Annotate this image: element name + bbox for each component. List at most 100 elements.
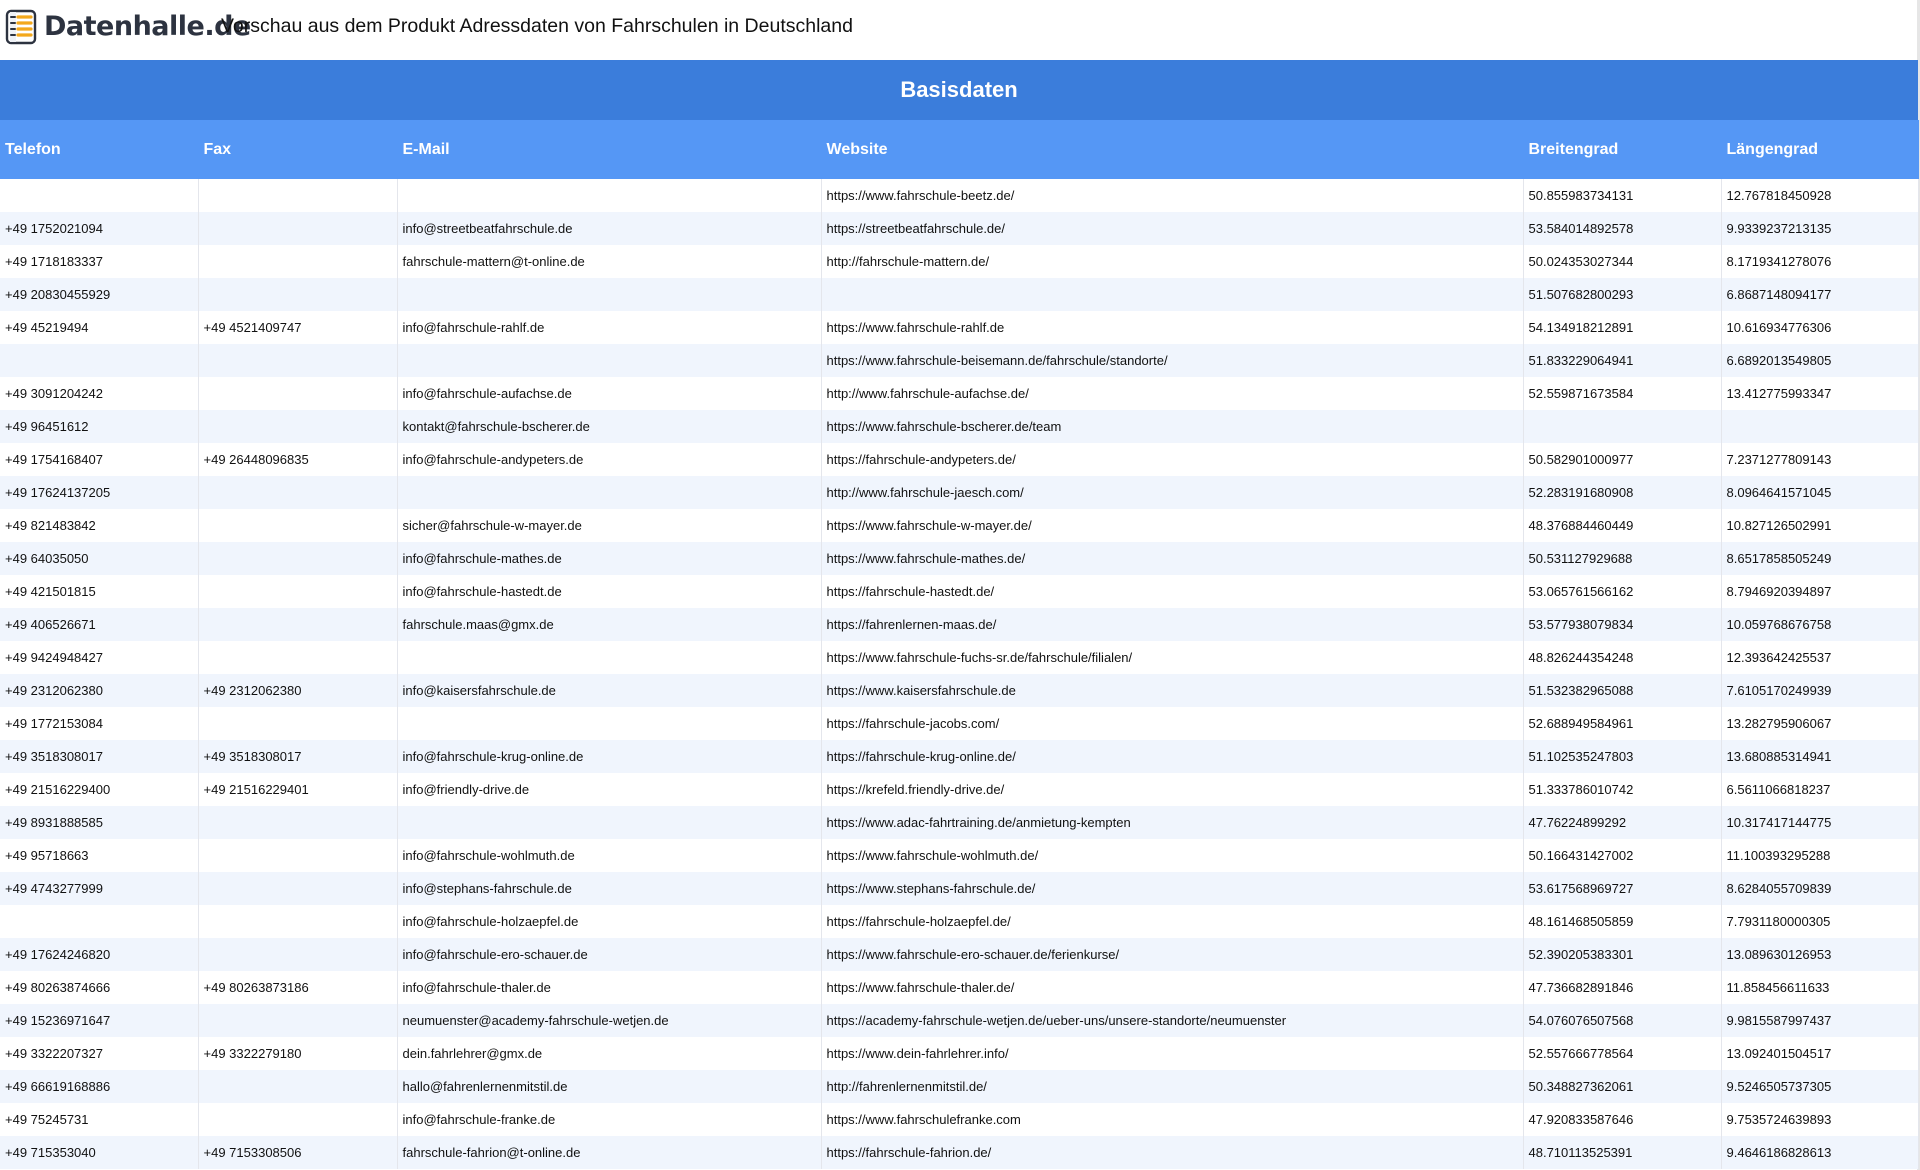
table-row: +49 15236971647 neumuenster@academy-fahrs…: [0, 1004, 1919, 1037]
fax-cell: +49 80263873186: [198, 971, 398, 1004]
website-cell[interactable]: https://www.fahrschule-ero-schauer.de/fe…: [821, 938, 1524, 971]
telefon-cell: +49 406526671: [0, 608, 199, 641]
website-cell[interactable]: https://www.stephans-fahrschule.de/: [821, 872, 1524, 905]
laengengrad-cell: 13.282795906067: [1721, 707, 1919, 740]
telefon-cell: +49 8931888585: [0, 806, 199, 839]
website-cell[interactable]: https://www.fahrschule-rahlf.de: [821, 311, 1524, 344]
breitengrad-cell: 48.826244354248: [1523, 641, 1722, 674]
breitengrad-cell: 53.617568969727: [1523, 872, 1722, 905]
website-cell[interactable]: https://www.fahrschule-mathes.de/: [821, 542, 1524, 575]
email-cell[interactable]: fahrschule.maas@gmx.de: [397, 608, 822, 641]
column-header-l-ngengrad[interactable]: Längengrad: [1721, 120, 1919, 179]
website-cell[interactable]: https://fahrenlernen-maas.de/: [821, 608, 1524, 641]
email-cell[interactable]: neumuenster@academy-fahrschule-wetjen.de: [397, 1004, 822, 1037]
website-cell[interactable]: https://www.kaisersfahrschule.de: [821, 674, 1524, 707]
website-cell[interactable]: https://fahrschule-jacobs.com/: [821, 707, 1524, 740]
website-cell[interactable]: http://www.fahrschule-jaesch.com/: [821, 476, 1524, 509]
email-cell[interactable]: info@fahrschule-holzaepfel.de: [397, 905, 822, 938]
website-cell[interactable]: https://fahrschule-hastedt.de/: [821, 575, 1524, 608]
table-row: +49 96451612 kontakt@fahrschule-bscherer.…: [0, 410, 1919, 443]
website-cell[interactable]: https://fahrschule-holzaepfel.de/: [821, 905, 1524, 938]
website-cell[interactable]: https://academy-fahrschule-wetjen.de/ueb…: [821, 1004, 1524, 1037]
telefon-cell: +49 1718183337: [0, 245, 199, 278]
website-cell[interactable]: https://www.fahrschule-fuchs-sr.de/fahrs…: [821, 641, 1524, 674]
website-cell[interactable]: https://www.fahrschule-w-mayer.de/: [821, 509, 1524, 542]
column-header-row: Telefon Fax E-Mail Website Breitengrad Längen…: [0, 120, 1919, 179]
column-header-website[interactable]: Website: [821, 120, 1524, 179]
email-cell[interactable]: hallo@fahrenlernenmitstil.de: [397, 1070, 822, 1103]
fax-cell: [198, 839, 398, 872]
laengengrad-cell: 8.0964641571045: [1721, 476, 1919, 509]
email-cell[interactable]: info@stephans-fahrschule.de: [397, 872, 822, 905]
breitengrad-cell: 52.557666778564: [1523, 1037, 1722, 1070]
laengengrad-cell: 12.393642425537: [1721, 641, 1919, 674]
email-cell[interactable]: info@fahrschule-thaler.de: [397, 971, 822, 1004]
laengengrad-cell: 13.680885314941: [1721, 740, 1919, 773]
website-cell[interactable]: https://streetbeatfahrschule.de/: [821, 212, 1524, 245]
breitengrad-cell: 53.584014892578: [1523, 212, 1722, 245]
email-cell[interactable]: info@friendly-drive.de: [397, 773, 822, 806]
website-cell[interactable]: https://www.fahrschule-wohlmuth.de/: [821, 839, 1524, 872]
website-cell[interactable]: http://fahrschule-mattern.de/: [821, 245, 1524, 278]
email-cell[interactable]: fahrschule-mattern@t-online.de: [397, 245, 822, 278]
website-cell[interactable]: https://krefeld.friendly-drive.de/: [821, 773, 1524, 806]
column-header-telefon[interactable]: Telefon: [0, 120, 199, 179]
telefon-cell: +49 821483842: [0, 509, 199, 542]
website-cell[interactable]: http://www.fahrschule-aufachse.de/: [821, 377, 1524, 410]
website-cell[interactable]: https://www.adac-fahrtraining.de/anmietu…: [821, 806, 1524, 839]
email-cell[interactable]: info@fahrschule-franke.de: [397, 1103, 822, 1136]
website-cell[interactable]: https://fahrschule-andypeters.de/: [821, 443, 1524, 476]
column-header-fax[interactable]: Fax: [198, 120, 398, 179]
website-cell[interactable]: http://fahrenlernenmitstil.de/: [821, 1070, 1524, 1103]
email-cell: [397, 179, 822, 212]
fax-cell: [198, 938, 398, 971]
telefon-cell: +49 421501815: [0, 575, 199, 608]
email-cell[interactable]: info@fahrschule-andypeters.de: [397, 443, 822, 476]
site-logo[interactable]: Datenhalle.de: [4, 8, 251, 46]
email-cell[interactable]: info@fahrschule-hastedt.de: [397, 575, 822, 608]
email-cell[interactable]: info@kaisersfahrschule.de: [397, 674, 822, 707]
laengengrad-cell: 10.317417144775: [1721, 806, 1919, 839]
email-cell[interactable]: info@streetbeatfahrschule.de: [397, 212, 822, 245]
fax-cell: [198, 179, 398, 212]
website-cell[interactable]: https://www.dein-fahrlehrer.info/: [821, 1037, 1524, 1070]
email-cell[interactable]: info@fahrschule-wohlmuth.de: [397, 839, 822, 872]
email-cell[interactable]: kontakt@fahrschule-bscherer.de: [397, 410, 822, 443]
email-cell[interactable]: fahrschule-fahrion@t-online.de: [397, 1136, 822, 1169]
website-cell[interactable]: https://www.fahrschule-beisemann.de/fahr…: [821, 344, 1524, 377]
laengengrad-cell: 9.4646186828613: [1721, 1136, 1919, 1169]
column-header-e-mail[interactable]: E-Mail: [397, 120, 822, 179]
fax-cell: +49 3518308017: [198, 740, 398, 773]
column-header-breitengrad[interactable]: Breitengrad: [1523, 120, 1722, 179]
laengengrad-cell: 7.2371277809143: [1721, 443, 1919, 476]
telefon-cell: +49 1772153084: [0, 707, 199, 740]
fax-cell: +49 26448096835: [198, 443, 398, 476]
email-cell[interactable]: sicher@fahrschule-w-mayer.de: [397, 509, 822, 542]
website-cell[interactable]: https://www.fahrschulefranke.com: [821, 1103, 1524, 1136]
email-cell[interactable]: info@fahrschule-rahlf.de: [397, 311, 822, 344]
website-cell: [821, 278, 1524, 311]
breitengrad-cell: 50.024353027344: [1523, 245, 1722, 278]
email-cell: [397, 707, 822, 740]
email-cell[interactable]: info@fahrschule-mathes.de: [397, 542, 822, 575]
group-header-basisdaten: Basisdaten: [0, 60, 1919, 120]
fax-cell: [198, 278, 398, 311]
website-cell[interactable]: https://www.fahrschule-thaler.de/: [821, 971, 1524, 1004]
email-cell[interactable]: info@fahrschule-krug-online.de: [397, 740, 822, 773]
email-cell[interactable]: info@fahrschule-aufachse.de: [397, 377, 822, 410]
laengengrad-cell: 7.6105170249939: [1721, 674, 1919, 707]
website-cell[interactable]: https://fahrschule-krug-online.de/: [821, 740, 1524, 773]
telefon-cell: +49 4743277999: [0, 872, 199, 905]
fax-cell: [198, 377, 398, 410]
website-cell[interactable]: https://www.fahrschule-beetz.de/: [821, 179, 1524, 212]
website-cell[interactable]: https://fahrschule-fahrion.de/: [821, 1136, 1524, 1169]
telefon-cell: +49 15236971647: [0, 1004, 199, 1037]
table-row: +49 17624137205 http://www.fahrschule-jae…: [0, 476, 1919, 509]
website-cell[interactable]: https://www.fahrschule-bscherer.de/team: [821, 410, 1524, 443]
email-cell[interactable]: dein.fahrlehrer@gmx.de: [397, 1037, 822, 1070]
breitengrad-cell: 52.688949584961: [1523, 707, 1722, 740]
table-row: +49 715353040 +49 7153308506 fahrschule-fa…: [0, 1136, 1919, 1169]
table-row: +49 1752021094 info@streetbeatfahrschule.…: [0, 212, 1919, 245]
telefon-cell: +49 17624137205: [0, 476, 199, 509]
email-cell[interactable]: info@fahrschule-ero-schauer.de: [397, 938, 822, 971]
